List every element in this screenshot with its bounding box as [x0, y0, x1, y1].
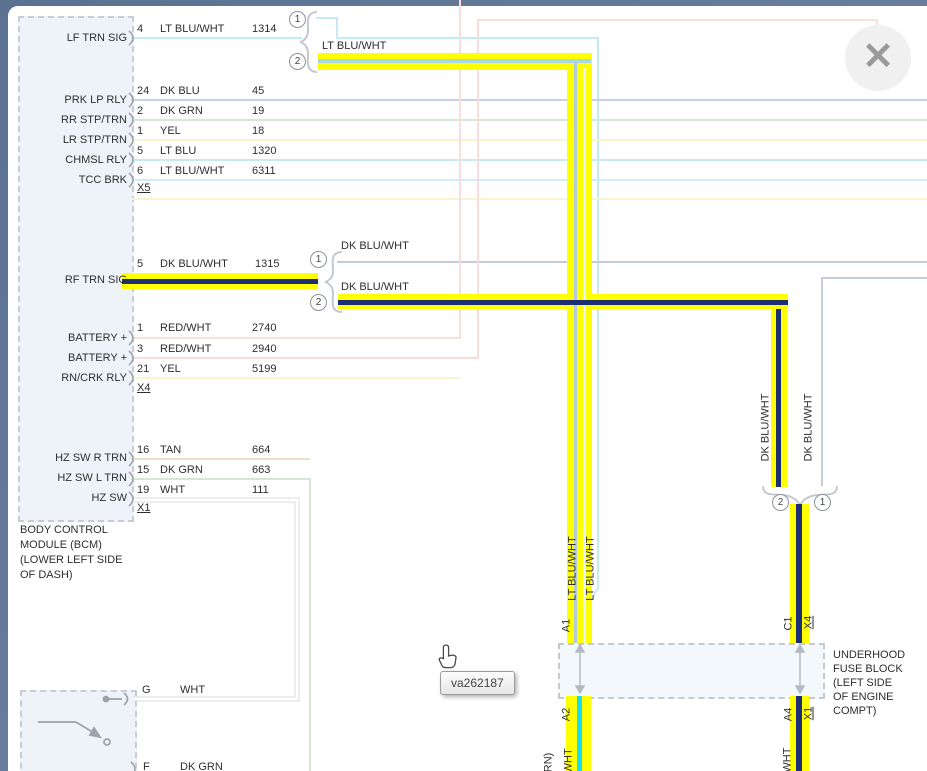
pin-label: LF TRN SIG	[19, 32, 127, 45]
pin-number: 1	[137, 322, 143, 335]
rf-pin-core	[122, 279, 318, 284]
wire-id-tooltip: va262187	[440, 671, 515, 695]
pin-brackets	[129, 31, 135, 771]
pin-label: HZ SW	[19, 492, 127, 505]
circuit-number: 664	[252, 444, 270, 457]
wire-color: RED/WHT	[160, 322, 211, 335]
wire-color: DK GRN	[160, 464, 203, 477]
diagram-viewer: LF TRN SIG PRK LP RLY RR STP/TRN LR STP/…	[0, 0, 927, 771]
rf-branch2-badge: 2	[310, 294, 327, 311]
hand-cursor-icon	[436, 643, 462, 671]
rf-branch1-badge: 1	[310, 251, 327, 268]
a2-output-core	[577, 696, 582, 771]
pin-label: LR STP/TRN	[19, 134, 127, 147]
right-branch1-badge: 1	[814, 494, 831, 511]
close-button[interactable]: ✕	[845, 25, 911, 91]
wire-color: LT BLU	[160, 145, 196, 158]
cut-wire-label: LT BLU/WHT	[563, 736, 576, 771]
vertical-wire-label: DK BLU/WHT	[803, 383, 816, 473]
pin-label: TCC BRK	[19, 174, 127, 187]
pin-number: 16	[137, 444, 149, 457]
circuit-number: 18	[252, 125, 264, 138]
wire-color: DK BLU	[160, 85, 200, 98]
pin-number: 3	[137, 343, 143, 356]
circuit-number: 2740	[252, 322, 276, 335]
wire-color: DK BLU/WHT	[160, 258, 228, 271]
circuit-number: 6311	[252, 165, 276, 178]
circuit-number: 111	[252, 484, 269, 497]
fuse-block-arrows	[576, 645, 804, 693]
pin-number: 4	[137, 23, 143, 36]
circuit-number: 2940	[252, 343, 276, 356]
merged-dk-blu-wht-core	[796, 504, 802, 643]
fuse-block-connector-x1: X1	[803, 669, 816, 759]
lf-branch1-badge: 1	[289, 11, 306, 28]
pin-number: 6	[137, 165, 143, 178]
wire-color: RED/WHT	[160, 343, 211, 356]
pin-label: HZ SW R TRN	[19, 452, 127, 465]
circuit-number: 663	[252, 464, 270, 477]
switch-pin-g: G	[142, 684, 151, 697]
wire-color: YEL	[160, 125, 181, 138]
cut-destination-label: (LF TRN)	[543, 731, 556, 771]
circuit-number: 5199	[252, 363, 276, 376]
fuse-block-terminal-a1: A1	[561, 581, 574, 671]
lf-branch2-core	[318, 59, 591, 63]
circuit-number: 19	[252, 105, 264, 118]
pin-label: RN/CRK RLY	[19, 372, 127, 385]
hazard-switch-symbol	[38, 693, 128, 745]
fuse-block-terminal-c1: C1	[783, 579, 796, 669]
vertical-wire-label: LT BLU/WHT	[585, 524, 598, 614]
right-branch1-return-wire	[822, 278, 927, 486]
wire-color: LT BLU/WHT	[160, 165, 224, 178]
wht-hollow-wire	[133, 500, 297, 699]
pin-number: 21	[137, 363, 149, 376]
pin-label: CHMSL RLY	[19, 154, 127, 167]
a4-output-core	[796, 696, 802, 771]
vertical-wire-label: DK BLU/WHT	[760, 383, 773, 473]
pin-label: BATTERY +	[19, 332, 127, 345]
pin-number: 24	[137, 85, 149, 98]
wire-color: DK GRN	[160, 105, 203, 118]
right-branch2-badge: 2	[772, 494, 789, 511]
fuse-block-connector-x4: X4	[803, 578, 816, 668]
wire-color: WHT	[160, 484, 185, 497]
lf-branch2-label: LT BLU/WHT	[322, 40, 386, 53]
pin-label: RR STP/TRN	[19, 114, 127, 127]
pin-number: 1	[137, 125, 143, 138]
fuse-block-title: UNDERHOODFUSE BLOCK (LEFT SIDEOF ENGINE …	[833, 648, 905, 718]
pin-label: PRK LP RLY	[19, 94, 127, 107]
lf-branch2-badge: 2	[289, 53, 306, 70]
cut-wire-label: DK BLU/WHT	[782, 737, 795, 771]
pin-number: 2	[137, 105, 143, 118]
rf-branch2-vertical-core	[776, 309, 781, 487]
pin-number: 15	[137, 464, 149, 477]
pin-label: BATTERY +	[19, 352, 127, 365]
wire-color: TAN	[160, 444, 181, 457]
pin-label: HZ SW L TRN	[19, 472, 127, 485]
rf-branch2-core	[338, 300, 788, 305]
wire-color: LT BLU/WHT	[160, 23, 224, 36]
bcm-title: BODY CONTROLMODULE (BCM) (LOWER LEFT SID…	[20, 523, 122, 583]
pin-number: 5	[137, 145, 143, 158]
lf-branch1-wire	[316, 18, 598, 610]
switch-pin-f-color: DK GRN	[180, 761, 223, 771]
connector-x4: X4	[137, 382, 150, 395]
connector-x1: X1	[137, 502, 150, 515]
switch-pin-f: F	[143, 761, 150, 771]
wire-color: YEL	[160, 363, 181, 376]
circuit-number: 1320	[252, 145, 276, 158]
circuit-number: 1314	[252, 23, 276, 36]
pin-label: RF TRN SIG	[19, 274, 127, 287]
switch-pin-g-color: WHT	[180, 684, 205, 697]
connector-x5: X5	[137, 182, 150, 195]
circuit-number: 45	[252, 85, 264, 98]
rf-branch1-label: DK BLU/WHT	[341, 240, 409, 253]
pin-number: 19	[137, 484, 149, 497]
circuit-number: 1315	[255, 258, 279, 271]
rf-branch2-label: DK BLU/WHT	[341, 281, 409, 294]
pin-number: 5	[137, 258, 143, 271]
